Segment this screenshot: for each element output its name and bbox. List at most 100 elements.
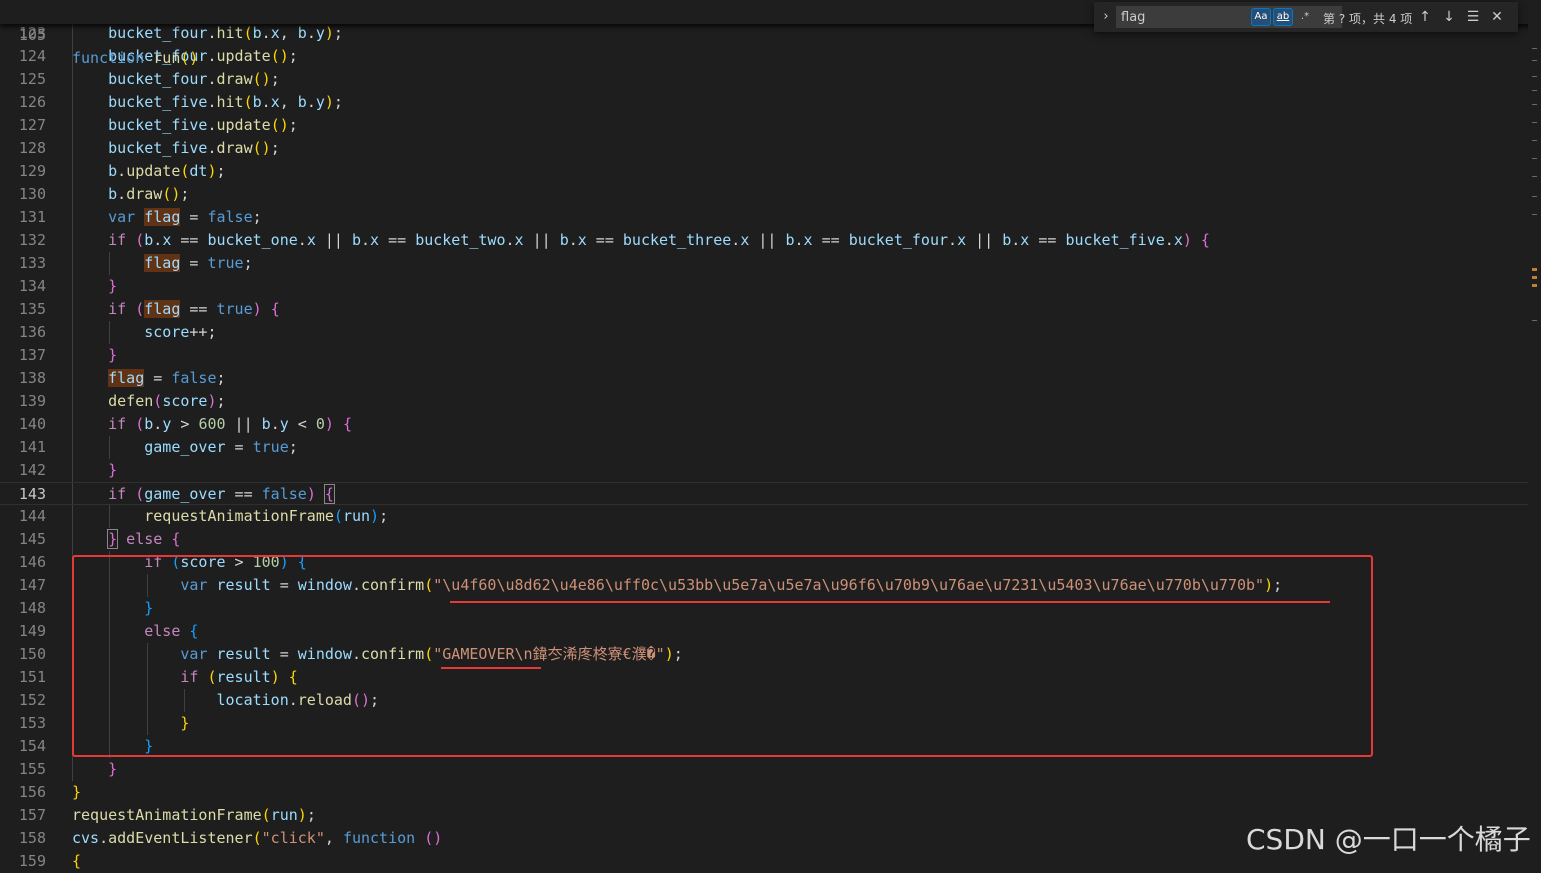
code-line[interactable]: 129 b.update(dt); xyxy=(0,160,1528,183)
line-number: 134 xyxy=(18,277,46,295)
code-line[interactable]: 128 bucket_five.draw(); xyxy=(0,137,1528,160)
line-number: 152 xyxy=(18,691,46,709)
code-token: b xyxy=(559,231,569,249)
code-token: () xyxy=(162,185,181,203)
find-in-selection-icon[interactable]: ☰ xyxy=(1464,8,1482,26)
code-line[interactable]: 137 } xyxy=(0,344,1528,367)
code-token: = xyxy=(144,369,172,387)
code-token: . xyxy=(207,93,217,111)
code-token: ( xyxy=(153,392,163,410)
code-token: || xyxy=(225,415,262,433)
line-code: b.draw(); xyxy=(72,183,189,206)
overview-ruler[interactable] xyxy=(1528,0,1541,863)
next-match-icon[interactable]: ↓ xyxy=(1440,8,1458,26)
code-token: b xyxy=(297,24,307,42)
code-line[interactable]: 124 bucket_four.update(); xyxy=(0,45,1528,68)
find-input-box[interactable]: flag Aa ab .* xyxy=(1116,6,1342,28)
code-token: game_over xyxy=(144,485,226,503)
line-code: if (b.x == bucket_one.x || b.x == bucket… xyxy=(72,229,1210,252)
line-number: 153 xyxy=(18,714,46,732)
code-line[interactable]: 143 if (game_over == false) { xyxy=(0,482,1528,505)
code-token: { xyxy=(171,530,181,548)
code-line[interactable]: 130 b.draw(); xyxy=(0,183,1528,206)
code-token: b xyxy=(108,162,118,180)
code-token: } xyxy=(108,277,118,295)
line-code: game_over = true; xyxy=(72,436,298,459)
code-token: () xyxy=(252,139,271,157)
code-token: bucket_two xyxy=(415,231,506,249)
code-line[interactable]: 136 score++; xyxy=(0,321,1528,344)
line-code: bucket_five.draw(); xyxy=(72,137,280,160)
line-number: 132 xyxy=(18,231,46,249)
code-token: bucket_five xyxy=(108,116,208,134)
code-line[interactable]: 155 } xyxy=(0,758,1528,781)
code-line[interactable]: 145 } else { xyxy=(0,528,1528,551)
line-code: var flag = false; xyxy=(72,206,262,229)
line-number: 139 xyxy=(18,392,46,410)
line-number: 144 xyxy=(18,507,46,525)
code-token: run xyxy=(342,507,371,525)
code-line[interactable]: 144 requestAnimationFrame(run); xyxy=(0,505,1528,528)
line-number: 157 xyxy=(18,806,46,824)
code-token: . xyxy=(153,231,163,249)
line-code: { xyxy=(72,850,81,873)
code-line[interactable]: 142 } xyxy=(0,459,1528,482)
match-case-icon[interactable]: Aa xyxy=(1251,8,1271,26)
code-token: = xyxy=(180,208,208,226)
code-token: () xyxy=(252,70,271,88)
code-token: , xyxy=(324,829,343,847)
toggle-replace-icon[interactable]: › xyxy=(1098,8,1114,26)
code-token: score xyxy=(162,392,208,410)
code-token: function xyxy=(342,829,425,847)
code-line[interactable]: 138 flag = false; xyxy=(0,367,1528,390)
code-token: x xyxy=(162,231,172,249)
code-editor[interactable]: 123 bucket_four.hit(b.x, b.y); 124 bucket… xyxy=(0,0,1541,870)
code-token: flag xyxy=(144,254,181,272)
code-line[interactable]: 139 defen(score); xyxy=(0,390,1528,413)
code-token: b xyxy=(252,93,262,111)
previous-match-icon[interactable]: ↑ xyxy=(1416,8,1434,26)
code-line[interactable]: 133 flag = true; xyxy=(0,252,1528,275)
code-line[interactable]: 156} xyxy=(0,781,1528,804)
code-token: == xyxy=(171,231,208,249)
line-number: 148 xyxy=(18,599,46,617)
code-line[interactable]: 126 bucket_five.hit(b.x, b.y); xyxy=(0,91,1528,114)
code-token: x xyxy=(270,93,280,111)
close-icon[interactable]: ✕ xyxy=(1488,8,1506,26)
code-token: } xyxy=(108,461,118,479)
code-token: b xyxy=(1002,231,1012,249)
line-code: cvs.addEventListener("click", function (… xyxy=(72,827,442,850)
code-line[interactable]: 140 if (b.y > 600 || b.y < 0) { xyxy=(0,413,1528,436)
annotation-box xyxy=(72,555,1373,757)
code-token: requestAnimationFrame xyxy=(72,806,262,824)
code-line[interactable]: 132 if (b.x == bucket_one.x || b.x == bu… xyxy=(0,229,1528,252)
code-token: cvs xyxy=(72,829,100,847)
code-line[interactable]: 134 } xyxy=(0,275,1528,298)
code-token: draw xyxy=(216,70,253,88)
regex-icon[interactable]: .* xyxy=(1296,9,1314,25)
code-token: . xyxy=(794,231,804,249)
code-token: run xyxy=(270,806,298,824)
code-token: . xyxy=(117,162,127,180)
line-number: 137 xyxy=(18,346,46,364)
code-token: || xyxy=(749,231,786,249)
code-token: x xyxy=(957,231,967,249)
code-token: flag xyxy=(108,369,145,387)
code-token: ; xyxy=(333,93,343,111)
code-line[interactable]: 127 bucket_five.update(); xyxy=(0,114,1528,137)
code-token: () xyxy=(270,116,289,134)
find-input[interactable]: flag xyxy=(1121,10,1145,25)
whole-word-icon[interactable]: ab xyxy=(1273,8,1293,26)
code-token: true xyxy=(216,300,253,318)
code-token: ; xyxy=(288,47,298,65)
code-token: ++; xyxy=(189,323,217,341)
code-token: bucket_four xyxy=(108,70,208,88)
code-token: ( xyxy=(252,829,262,847)
code-line[interactable]: 125 bucket_four.draw(); xyxy=(0,68,1528,91)
line-code: flag = true; xyxy=(72,252,253,275)
code-line[interactable]: 135 if (flag == true) { xyxy=(0,298,1528,321)
code-line[interactable]: 131 var flag = false; xyxy=(0,206,1528,229)
code-line[interactable]: 141 game_over = true; xyxy=(0,436,1528,459)
